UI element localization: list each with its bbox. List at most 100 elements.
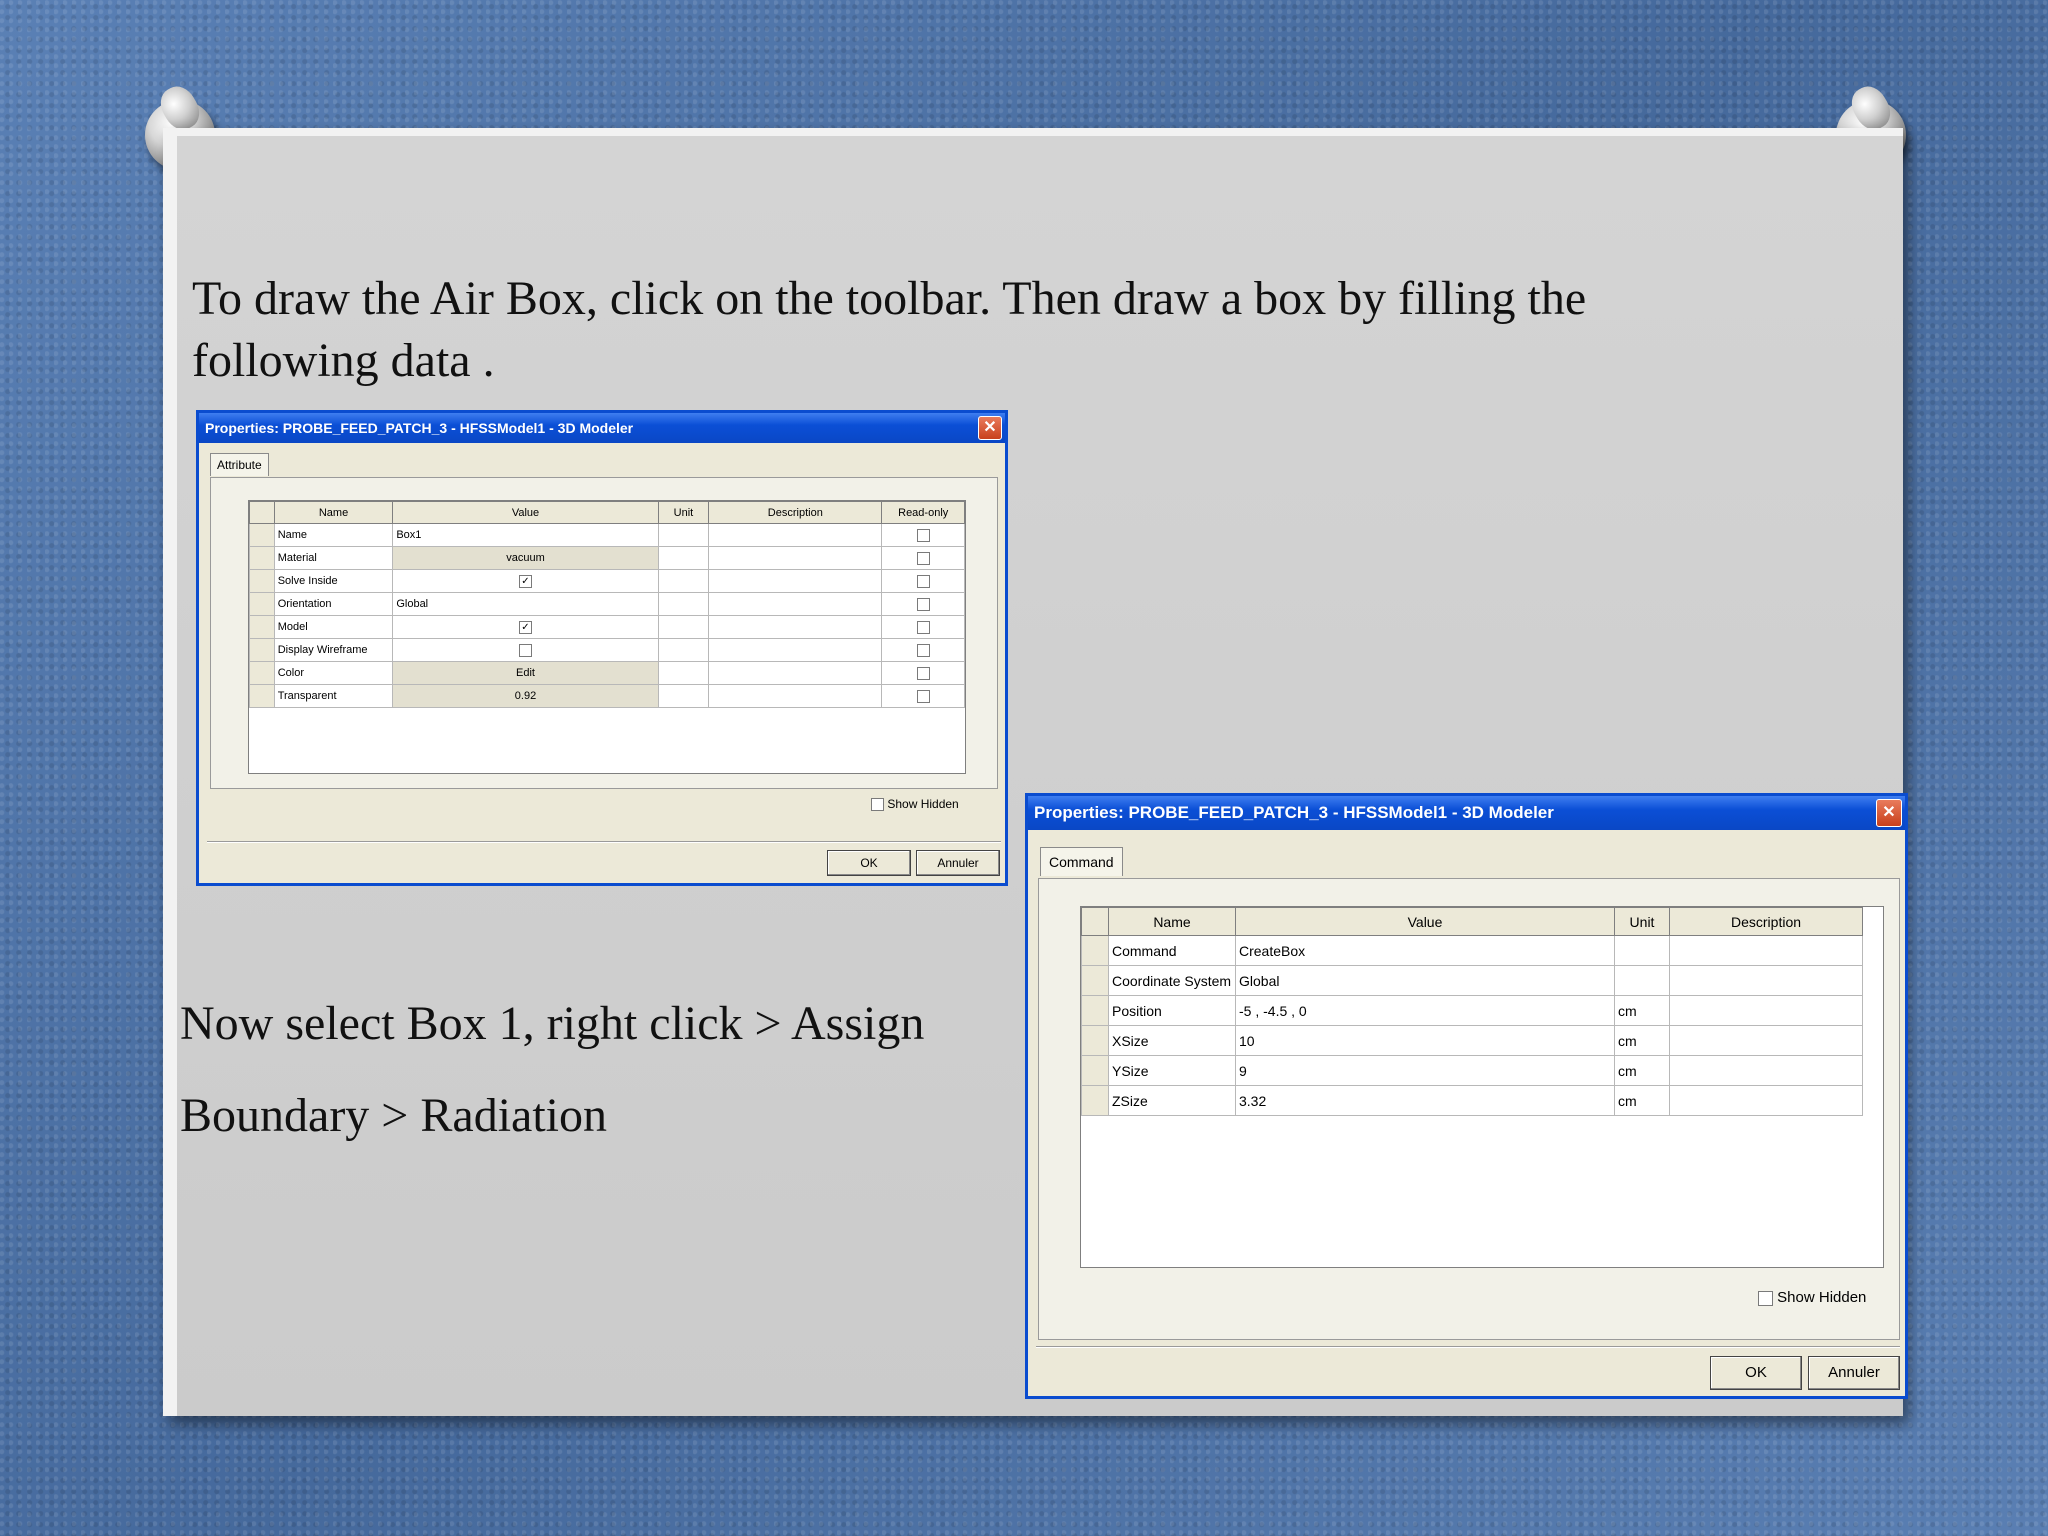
table-row[interactable]: Name Box1 bbox=[249, 523, 965, 547]
properties-dialog-command: Properties: PROBE_FEED_PATCH_3 - HFSSMod… bbox=[1025, 793, 1908, 1399]
property-table: Name Value Unit Description Read-only Na… bbox=[249, 501, 965, 708]
property-table: Name Value Unit Description Command Crea… bbox=[1081, 907, 1863, 1116]
row-header[interactable] bbox=[249, 615, 275, 639]
property-description[interactable] bbox=[708, 592, 883, 616]
property-description[interactable] bbox=[1669, 1025, 1863, 1056]
divider bbox=[1036, 1346, 1900, 1348]
property-description[interactable] bbox=[708, 569, 883, 593]
property-description[interactable] bbox=[708, 661, 883, 685]
ok-button[interactable]: OK bbox=[1710, 1356, 1802, 1390]
property-unit[interactable] bbox=[657, 638, 710, 662]
property-description[interactable] bbox=[1669, 995, 1863, 1026]
row-header[interactable] bbox=[249, 638, 275, 662]
solve-inside-checkbox[interactable]: ✓ bbox=[518, 574, 532, 588]
table-row[interactable]: Position -5 , -4.5 , 0 cm bbox=[1081, 995, 1863, 1026]
show-hidden-option[interactable]: Show Hidden bbox=[1758, 1289, 1866, 1306]
instruction-text-1: To draw the Air Box, click on the toolba… bbox=[192, 272, 1587, 387]
readonly-checkbox[interactable] bbox=[916, 574, 930, 588]
property-description[interactable] bbox=[1669, 1055, 1863, 1086]
tab-attribute[interactable]: Attribute bbox=[210, 453, 269, 476]
property-description[interactable] bbox=[708, 523, 883, 547]
properties-dialog-attribute: Properties: PROBE_FEED_PATCH_3 - HFSSMod… bbox=[196, 410, 1008, 886]
readonly-checkbox[interactable] bbox=[916, 597, 930, 611]
row-header[interactable] bbox=[1081, 935, 1109, 966]
row-header[interactable] bbox=[249, 592, 275, 616]
table-row[interactable]: Transparent 0.92 bbox=[249, 684, 965, 708]
table-row[interactable]: YSize 9 cm bbox=[1081, 1055, 1863, 1086]
property-unit[interactable]: cm bbox=[1614, 1025, 1670, 1056]
cancel-button[interactable]: Annuler bbox=[916, 850, 1000, 876]
readonly-checkbox[interactable] bbox=[916, 666, 930, 680]
table-row[interactable]: Display Wireframe bbox=[249, 638, 965, 662]
readonly-checkbox[interactable] bbox=[916, 620, 930, 634]
table-row[interactable]: Command CreateBox bbox=[1081, 935, 1863, 966]
property-unit[interactable] bbox=[657, 684, 710, 708]
color-edit-button[interactable]: Edit bbox=[392, 661, 659, 685]
readonly-checkbox[interactable] bbox=[916, 551, 930, 565]
table-row[interactable]: Solve Inside ✓ bbox=[249, 569, 965, 593]
table-row[interactable]: Color Edit bbox=[249, 661, 965, 685]
property-unit[interactable]: cm bbox=[1614, 995, 1670, 1026]
property-unit[interactable] bbox=[1614, 935, 1670, 966]
readonly-checkbox[interactable] bbox=[916, 643, 930, 657]
row-header[interactable] bbox=[1081, 965, 1109, 996]
cancel-button[interactable]: Annuler bbox=[1808, 1356, 1900, 1390]
property-value[interactable]: 9 bbox=[1235, 1055, 1615, 1086]
property-unit[interactable] bbox=[657, 615, 710, 639]
property-unit[interactable] bbox=[657, 569, 710, 593]
property-unit[interactable] bbox=[1614, 965, 1670, 996]
row-header[interactable] bbox=[1081, 1025, 1109, 1056]
table-row[interactable]: Orientation Global bbox=[249, 592, 965, 616]
row-header[interactable] bbox=[249, 569, 275, 593]
property-description[interactable] bbox=[1669, 965, 1863, 996]
material-button[interactable]: vacuum bbox=[392, 546, 659, 570]
show-hidden-option[interactable]: Show Hidden bbox=[871, 797, 959, 812]
column-header: Unit bbox=[1614, 907, 1670, 936]
row-header[interactable] bbox=[249, 523, 275, 547]
property-description[interactable] bbox=[708, 546, 883, 570]
property-description[interactable] bbox=[1669, 935, 1863, 966]
column-header: Unit bbox=[657, 501, 710, 524]
property-description[interactable] bbox=[1669, 1085, 1863, 1116]
column-header: Name bbox=[273, 501, 394, 524]
property-value[interactable]: -5 , -4.5 , 0 bbox=[1235, 995, 1615, 1026]
property-unit[interactable] bbox=[657, 546, 710, 570]
row-header[interactable] bbox=[249, 661, 275, 685]
ok-button[interactable]: OK bbox=[827, 850, 911, 876]
transparent-slider-button[interactable]: 0.92 bbox=[392, 684, 659, 708]
property-unit[interactable] bbox=[657, 592, 710, 616]
row-header[interactable] bbox=[249, 684, 275, 708]
model-checkbox[interactable]: ✓ bbox=[518, 620, 532, 634]
tab-command[interactable]: Command bbox=[1040, 847, 1123, 876]
row-header[interactable] bbox=[1081, 995, 1109, 1026]
property-unit[interactable] bbox=[657, 661, 710, 685]
table-row[interactable]: Model ✓ bbox=[249, 615, 965, 639]
readonly-checkbox[interactable] bbox=[916, 528, 930, 542]
close-icon[interactable]: ✕ bbox=[1876, 799, 1902, 827]
row-header[interactable] bbox=[1081, 1085, 1109, 1116]
property-unit[interactable] bbox=[657, 523, 710, 547]
show-hidden-checkbox[interactable] bbox=[1758, 1290, 1773, 1306]
property-description[interactable] bbox=[708, 684, 883, 708]
property-name: Position bbox=[1108, 995, 1236, 1026]
close-icon[interactable]: ✕ bbox=[978, 416, 1002, 440]
row-header[interactable] bbox=[1081, 1055, 1109, 1086]
property-value[interactable]: Box1 bbox=[392, 523, 659, 547]
table-row[interactable]: Material vacuum bbox=[249, 546, 965, 570]
table-row[interactable]: XSize 10 cm bbox=[1081, 1025, 1863, 1056]
property-value[interactable]: Global bbox=[392, 592, 659, 616]
property-value[interactable]: 10 bbox=[1235, 1025, 1615, 1056]
table-row[interactable]: Coordinate System Global bbox=[1081, 965, 1863, 996]
property-unit[interactable]: cm bbox=[1614, 1055, 1670, 1086]
property-value[interactable]: Global bbox=[1235, 965, 1615, 996]
table-row[interactable]: ZSize 3.32 cm bbox=[1081, 1085, 1863, 1116]
property-value[interactable]: CreateBox bbox=[1235, 935, 1615, 966]
property-description[interactable] bbox=[708, 638, 883, 662]
readonly-checkbox[interactable] bbox=[916, 689, 930, 703]
row-header[interactable] bbox=[249, 546, 275, 570]
property-description[interactable] bbox=[708, 615, 883, 639]
show-hidden-checkbox[interactable] bbox=[871, 798, 884, 812]
display-wireframe-checkbox[interactable] bbox=[518, 643, 532, 657]
property-value[interactable]: 3.32 bbox=[1235, 1085, 1615, 1116]
property-unit[interactable]: cm bbox=[1614, 1085, 1670, 1116]
